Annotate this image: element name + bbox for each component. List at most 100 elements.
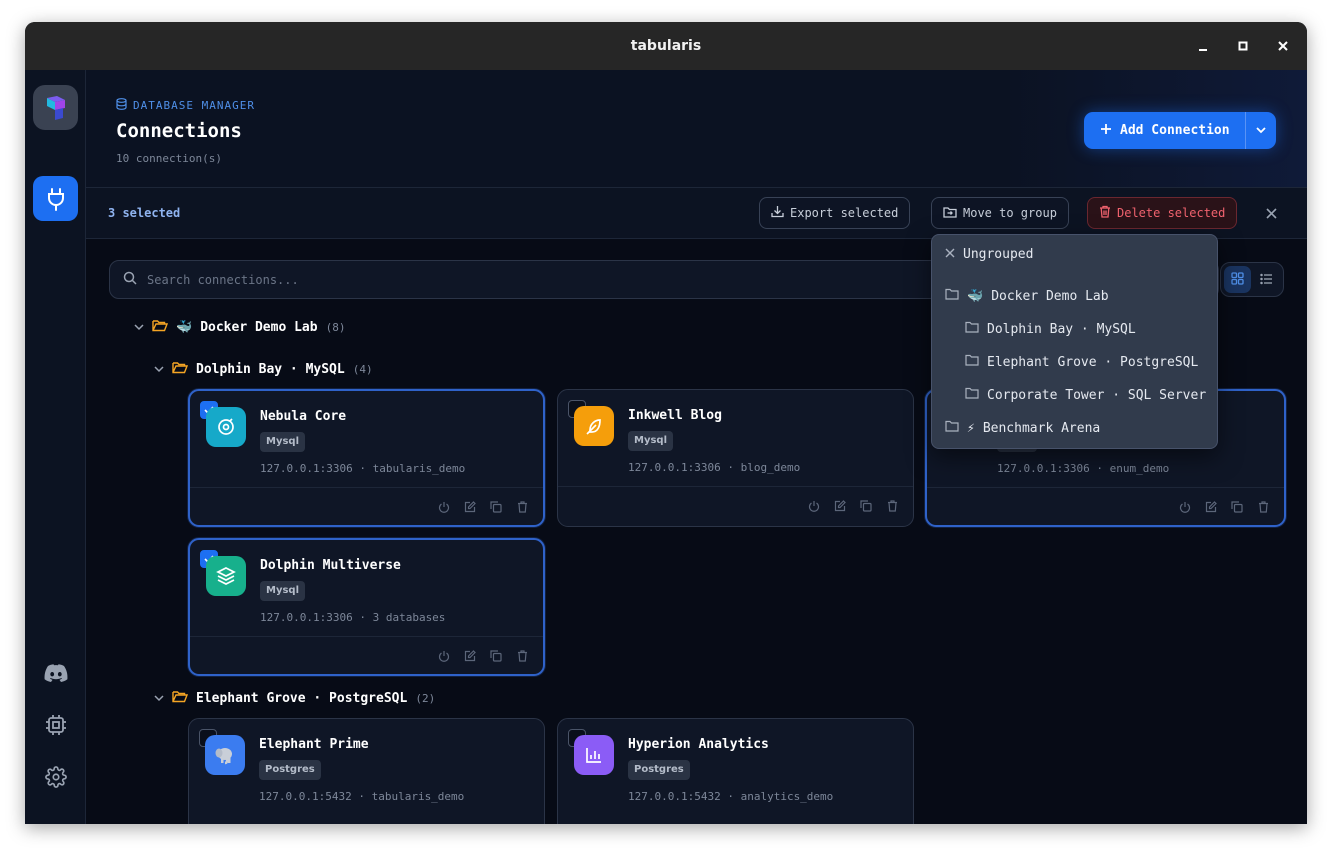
chevron-down-icon xyxy=(134,320,144,335)
card-actions xyxy=(437,500,529,514)
folder-icon xyxy=(965,387,979,403)
cpu-icon[interactable] xyxy=(43,712,69,738)
card-actions xyxy=(437,649,529,663)
trash-icon[interactable] xyxy=(1256,500,1270,514)
duplicate-icon[interactable] xyxy=(489,649,503,663)
page-eyebrow: DATABASE MANAGER xyxy=(116,98,255,113)
download-icon xyxy=(771,205,784,221)
feather-icon xyxy=(574,406,614,446)
titlebar: tabularis xyxy=(25,22,1307,70)
folder-open-icon xyxy=(172,361,189,378)
main-content: DATABASE MANAGER Connections 10 connecti… xyxy=(86,70,1307,824)
group-dolphin-bay[interactable]: Dolphin Bay · MySQL (4) xyxy=(154,361,373,378)
database-icon xyxy=(116,98,127,113)
chevron-down-icon xyxy=(154,691,164,706)
duplicate-icon[interactable] xyxy=(859,499,873,513)
edit-icon[interactable] xyxy=(1204,500,1218,514)
trash-icon xyxy=(1099,205,1111,221)
card-divider xyxy=(190,487,543,488)
grid-view-button[interactable] xyxy=(1224,266,1251,293)
connections-nav-icon[interactable] xyxy=(33,176,78,221)
trash-icon[interactable] xyxy=(515,649,529,663)
connection-card[interactable]: Dolphin Multiverse Mysql 127.0.0.1:3306 … xyxy=(188,538,545,676)
search-input[interactable] xyxy=(147,272,847,287)
power-icon[interactable] xyxy=(807,499,821,513)
dropdown-item-elephant-grove[interactable]: Elephant Grove · PostgreSQL xyxy=(965,354,1198,370)
driver-badge: Postgres xyxy=(259,760,321,780)
connection-host: 127.0.0.1:3306 · 3 databases xyxy=(260,611,446,624)
group-emoji: 🐳 xyxy=(176,320,193,335)
delete-selected-button[interactable]: Delete selected xyxy=(1087,197,1238,229)
group-elephant-grove[interactable]: Elephant Grove · PostgreSQL (2) xyxy=(154,690,435,707)
connection-card[interactable]: Nebula Core Mysql 127.0.0.1:3306 · tabul… xyxy=(188,389,545,527)
edit-icon[interactable] xyxy=(833,499,847,513)
driver-badge: Mysql xyxy=(628,431,674,451)
connection-host: 127.0.0.1:3306 · tabularis_demo xyxy=(260,462,466,475)
app-logo-icon[interactable] xyxy=(33,85,78,130)
lightning-icon: ⚡ xyxy=(967,420,975,436)
group-docker-demo-lab[interactable]: 🐳 Docker Demo Lab (8) xyxy=(134,319,345,336)
folder-icon xyxy=(965,354,979,370)
search-icon xyxy=(123,270,137,289)
trash-icon[interactable] xyxy=(515,500,529,514)
driver-badge: Postgres xyxy=(628,760,690,780)
card-actions xyxy=(807,499,899,513)
move-to-group-button[interactable]: Move to group xyxy=(931,197,1069,229)
folder-open-icon xyxy=(152,319,169,336)
move-to-group-dropdown: Ungrouped 🐳 Docker Demo Lab Dolphin Bay … xyxy=(931,234,1218,449)
page-title: Connections xyxy=(116,120,242,142)
edit-icon[interactable] xyxy=(463,649,477,663)
add-connection-menu-button[interactable] xyxy=(1245,112,1276,149)
chevron-down-icon xyxy=(1255,123,1267,138)
close-icon xyxy=(945,247,955,262)
maximize-icon[interactable] xyxy=(1233,36,1253,56)
duplicate-icon[interactable] xyxy=(489,500,503,514)
settings-gear-icon[interactable] xyxy=(43,764,69,790)
power-icon[interactable] xyxy=(437,649,451,663)
dropdown-item-ungrouped[interactable]: Ungrouped xyxy=(945,247,1033,262)
edit-icon[interactable] xyxy=(463,500,477,514)
connection-name: Elephant Prime xyxy=(259,737,369,752)
folder-move-icon xyxy=(943,206,957,221)
connection-name: Inkwell Blog xyxy=(628,408,722,423)
trash-icon[interactable] xyxy=(885,499,899,513)
connection-host: 127.0.0.1:3306 · blog_demo xyxy=(628,461,801,474)
page-header: DATABASE MANAGER Connections 10 connecti… xyxy=(86,70,1307,188)
dropdown-item-dolphin-bay[interactable]: Dolphin Bay · MySQL xyxy=(965,321,1136,337)
mysql-connection-icon xyxy=(206,407,246,447)
duplicate-icon[interactable] xyxy=(1230,500,1244,514)
folder-icon xyxy=(945,420,959,436)
add-connection-button[interactable]: Add Connection xyxy=(1084,112,1245,149)
group-name: Docker Demo Lab xyxy=(200,320,318,335)
group-count: (8) xyxy=(325,321,346,334)
export-selected-button[interactable]: Export selected xyxy=(759,197,911,229)
group-name: Elephant Grove · PostgreSQL xyxy=(196,691,408,706)
power-icon[interactable] xyxy=(437,500,451,514)
dropdown-item-corporate-tower[interactable]: Corporate Tower · SQL Server xyxy=(965,387,1206,403)
folder-icon xyxy=(945,288,959,304)
clear-selection-close-icon[interactable] xyxy=(1263,205,1279,221)
connection-card[interactable]: Hyperion Analytics Postgres 127.0.0.1:54… xyxy=(557,718,914,824)
connection-name: Hyperion Analytics xyxy=(628,737,769,752)
selection-toolbar: 3 selected Export selected Move to group… xyxy=(86,188,1307,239)
card-actions xyxy=(1178,500,1270,514)
card-divider xyxy=(558,486,913,487)
connection-card[interactable]: Inkwell Blog Mysql 127.0.0.1:3306 · blog… xyxy=(557,389,914,527)
driver-badge: Mysql xyxy=(260,432,306,452)
minimize-icon[interactable] xyxy=(1193,36,1213,56)
list-icon xyxy=(1260,270,1273,289)
power-icon[interactable] xyxy=(1178,500,1192,514)
connection-host: 127.0.0.1:5432 · tabularis_demo xyxy=(259,790,465,803)
connection-name: Dolphin Multiverse xyxy=(260,558,401,573)
group-count: (4) xyxy=(352,363,373,376)
close-window-icon[interactable] xyxy=(1273,36,1293,56)
folder-open-icon xyxy=(172,690,189,707)
connection-count: 10 connection(s) xyxy=(116,152,222,165)
dropdown-item-docker-demo-lab[interactable]: 🐳 Docker Demo Lab xyxy=(945,288,1109,304)
connection-card[interactable]: Elephant Prime Postgres 127.0.0.1:5432 ·… xyxy=(188,718,545,824)
dropdown-item-benchmark-arena[interactable]: ⚡ Benchmark Arena xyxy=(945,420,1100,436)
discord-icon[interactable] xyxy=(43,660,69,686)
list-view-button[interactable] xyxy=(1253,266,1280,293)
connection-host: 127.0.0.1:3306 · enum_demo xyxy=(997,462,1170,475)
plus-icon xyxy=(1100,123,1112,139)
